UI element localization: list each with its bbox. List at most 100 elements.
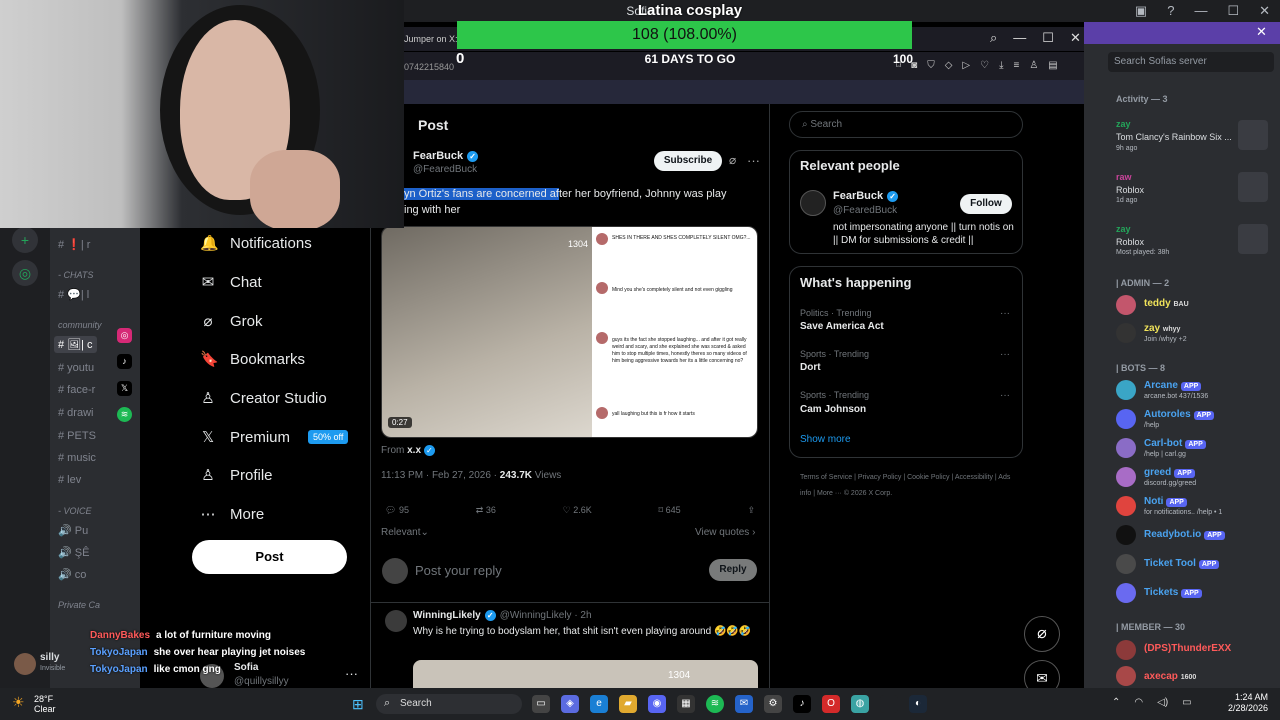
bot-name[interactable]: Carl-bot APP bbox=[1144, 438, 1206, 449]
activity-title[interactable]: Tom Clancy's Rainbow Six ... bbox=[1116, 132, 1232, 142]
help-icon[interactable]: ? bbox=[1167, 3, 1174, 19]
tiktok-icon[interactable]: ♪ bbox=[117, 354, 132, 369]
person-handle[interactable]: @FearedBuck bbox=[833, 205, 897, 216]
avatar[interactable] bbox=[1116, 467, 1136, 487]
explore-icon[interactable]: ◎ bbox=[12, 260, 38, 286]
activity-user[interactable]: zay bbox=[1116, 224, 1131, 234]
bot-name[interactable]: Readybot.io APP bbox=[1144, 529, 1225, 540]
weather-widget[interactable]: 28°F Clear bbox=[34, 694, 56, 714]
chevron-up-icon[interactable]: ⌃ bbox=[1112, 697, 1120, 708]
close-icon[interactable]: ✕ bbox=[1259, 3, 1270, 19]
edge-icon[interactable]: e bbox=[590, 695, 608, 713]
share-icon[interactable]: ⇪ bbox=[747, 505, 755, 516]
person-name[interactable]: FearBuck ✓ bbox=[833, 190, 899, 202]
nav-grok[interactable]: ⌀ Grok bbox=[200, 312, 262, 331]
close-icon[interactable]: ✕ bbox=[1256, 24, 1267, 40]
account-name[interactable]: Sofia bbox=[234, 662, 258, 673]
globe-icon[interactable]: ◍ bbox=[851, 695, 869, 713]
channel-category[interactable]: - CHATS bbox=[58, 270, 93, 280]
channel-item-active[interactable]: # 🖼| c bbox=[54, 336, 97, 353]
avatar[interactable] bbox=[1116, 666, 1136, 686]
maximize-icon[interactable]: ☐ bbox=[1042, 30, 1054, 46]
url-text[interactable]: 0742215840 bbox=[404, 62, 454, 72]
profile-icon[interactable]: ♙ bbox=[1029, 60, 1038, 71]
avatar[interactable] bbox=[800, 190, 826, 216]
search-input[interactable]: Search Sofias server bbox=[1108, 52, 1274, 72]
taskbar-search[interactable]: Search bbox=[376, 694, 522, 714]
play-icon[interactable]: ▷ bbox=[962, 60, 970, 71]
channel-item[interactable]: # drawi bbox=[58, 407, 93, 419]
download-icon[interactable]: ⤓ bbox=[999, 60, 1003, 71]
wifi-icon[interactable]: ◠ bbox=[1134, 697, 1143, 708]
member-name[interactable]: (DPS)ThunderEXX bbox=[1144, 643, 1231, 654]
spotify-icon[interactable]: ≋ bbox=[117, 407, 132, 422]
tweet-video[interactable]: SHES IN THERE AND SHES COMPLETELY SILENT… bbox=[381, 226, 758, 438]
bot-name[interactable]: Autoroles APP bbox=[1144, 409, 1215, 420]
mail-icon[interactable]: ✉ bbox=[735, 695, 753, 713]
author-name[interactable]: FearBuck bbox=[413, 150, 463, 162]
wallet-icon[interactable]: ▤ bbox=[1048, 60, 1057, 71]
follow-button[interactable]: Follow bbox=[960, 194, 1012, 214]
channel-item[interactable]: # PETS bbox=[58, 430, 96, 442]
more-icon[interactable]: ··· bbox=[345, 666, 358, 681]
nav-profile[interactable]: ♙ Profile bbox=[200, 466, 272, 485]
tweet-author[interactable]: FearBuck ✓ bbox=[413, 150, 479, 162]
channel-item[interactable]: # face-r bbox=[58, 384, 95, 396]
minimize-icon[interactable]: — bbox=[1013, 30, 1026, 46]
nav-more[interactable]: ⋯ More bbox=[200, 505, 265, 524]
from-user[interactable]: x.x bbox=[407, 445, 421, 456]
avatar[interactable] bbox=[1116, 323, 1136, 343]
channel-category[interactable]: community bbox=[58, 320, 102, 330]
maximize-icon[interactable]: ☐ bbox=[1227, 3, 1239, 19]
channel-category[interactable]: Private Ca bbox=[58, 600, 100, 610]
avatar[interactable] bbox=[1116, 583, 1136, 603]
reply-button[interactable]: Reply bbox=[709, 559, 757, 581]
author-handle[interactable]: @WinningLikely · 2h bbox=[500, 610, 592, 621]
avatar[interactable] bbox=[1116, 380, 1136, 400]
bot-name[interactable]: Arcane APP bbox=[1144, 380, 1202, 391]
view-quotes-link[interactable]: View quotes › bbox=[695, 527, 755, 538]
heart-icon[interactable]: ♡ bbox=[980, 60, 989, 71]
author-name[interactable]: WinningLikely bbox=[413, 610, 481, 621]
task-view-icon[interactable]: ▭ bbox=[532, 695, 550, 713]
repost-action[interactable]: ⇄ 36 bbox=[476, 505, 496, 516]
name-text[interactable]: FearBuck bbox=[833, 190, 883, 202]
settings-icon[interactable]: ⚙ bbox=[764, 695, 782, 713]
reply-action[interactable]: 💬︎ 95 bbox=[385, 505, 409, 516]
cube-icon[interactable]: ◇ bbox=[945, 60, 953, 71]
nav-bookmarks[interactable]: 🔖 Bookmarks bbox=[200, 350, 305, 369]
close-icon[interactable]: ✕ bbox=[1070, 30, 1081, 46]
reply-input[interactable]: Post your reply bbox=[415, 563, 502, 578]
avatar[interactable] bbox=[1116, 295, 1136, 315]
steam-icon[interactable]: ◐ bbox=[909, 695, 927, 713]
store-icon[interactable]: ▦ bbox=[677, 695, 695, 713]
avatar[interactable] bbox=[385, 610, 407, 632]
channel-item[interactable]: # youtu bbox=[58, 362, 94, 374]
search-input[interactable]: ⌕ Search bbox=[789, 111, 1023, 138]
trend-name[interactable]: Save America Act bbox=[800, 321, 884, 332]
activity-user[interactable]: zay bbox=[1116, 119, 1131, 129]
member-name[interactable]: zay whyy bbox=[1144, 323, 1180, 334]
add-server-icon[interactable]: + bbox=[12, 227, 38, 253]
x-icon[interactable]: 𝕏 bbox=[117, 381, 132, 396]
shield-icon[interactable]: ⛉ bbox=[927, 60, 935, 71]
channel-item[interactable]: # music bbox=[58, 452, 96, 464]
inbox-icon[interactable]: ▣ bbox=[1135, 3, 1147, 19]
spotify-icon[interactable]: ≋ bbox=[706, 695, 724, 713]
voice-channel[interactable]: 🔊 co bbox=[58, 568, 86, 581]
voice-channel[interactable]: 🔊 ŞÊ bbox=[58, 546, 89, 559]
bot-name[interactable]: Ticket Tool APP bbox=[1144, 558, 1220, 569]
bookmark-action[interactable]: ⌑ 645 bbox=[659, 505, 681, 516]
account-handle[interactable]: @quillysillyy bbox=[234, 676, 289, 687]
clock[interactable]: 1:24 AM 2/28/2026 bbox=[1228, 692, 1268, 714]
avatar[interactable] bbox=[1116, 438, 1136, 458]
more-icon[interactable]: ··· bbox=[1000, 390, 1010, 401]
battery-icon[interactable]: ▭ bbox=[1182, 697, 1191, 708]
avatar[interactable] bbox=[1116, 554, 1136, 574]
windows-start-icon[interactable]: ⊞ bbox=[352, 695, 370, 713]
avatar[interactable] bbox=[14, 653, 36, 675]
trend-name[interactable]: Dort bbox=[800, 362, 821, 373]
reply-video[interactable]: 1304 bbox=[413, 660, 758, 688]
file-explorer-icon[interactable]: ▰ bbox=[619, 695, 637, 713]
browser-tab-title[interactable]: Jumper on X: bbox=[404, 34, 458, 44]
